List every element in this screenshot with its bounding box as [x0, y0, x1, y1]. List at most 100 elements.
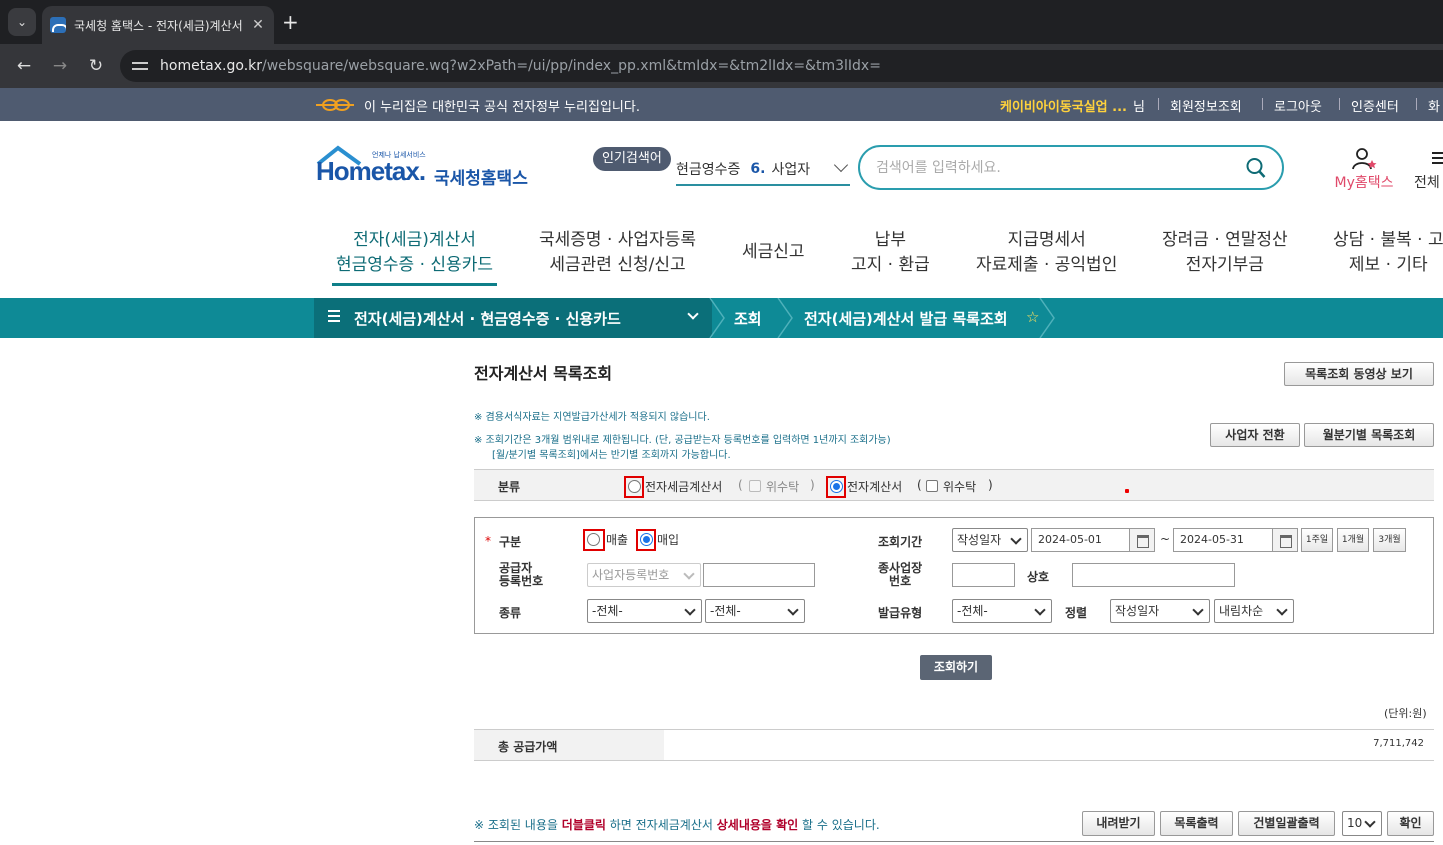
forward-arrow-icon[interactable]: →	[48, 54, 72, 78]
notice-text: [월/분기별 목록조회]에서는 반기별 조회까지 가능합니다.	[492, 450, 731, 461]
new-tab-button[interactable]: +	[282, 10, 299, 34]
breadcrumb: 전자(세금)계산서 · 현금영수증 · 신용카드 조회 전자(세금)계산서 발급…	[0, 298, 1443, 338]
search-button[interactable]: 조회하기	[920, 655, 992, 680]
popular-prev-term: 현금영수증	[676, 162, 741, 178]
supplier-id-input[interactable]	[703, 563, 815, 587]
tab-search-button[interactable]: ⌄	[8, 8, 36, 36]
issue-type-select[interactable]: -전체-	[952, 599, 1052, 623]
date-basis-select[interactable]: 작성일자	[952, 528, 1028, 552]
total-label-cell: 총 공급가액	[474, 730, 664, 760]
classification-row: 분류 전자세금계산서 ( 위수탁 ) 전자계산서 ( 위수탁 )	[474, 469, 1434, 501]
gnb-payment[interactable]: 납부 고지 · 환급	[851, 228, 930, 278]
supplier-label-line2: 등록번호	[499, 574, 544, 588]
breadcrumb-separator-icon	[709, 298, 725, 338]
gnb-tax-filing[interactable]: 세금신고	[742, 240, 805, 265]
gnb-incentive[interactable]: 장려금 · 연말정산 전자기부금	[1162, 228, 1288, 278]
url-path: /websquare/websquare.wq?w2xPath=/ui/pp/i…	[262, 58, 881, 74]
type-label: 구분	[499, 535, 522, 549]
search-form: * 구분 매출 매입 조회기간 작성일자 2024-05-01 ~ 2024-0…	[474, 517, 1434, 634]
member-info-link[interactable]: 회원정보조회	[1170, 96, 1242, 115]
url-field[interactable]: hometax.go.kr/websquare/websquare.wq?w2x…	[120, 50, 1443, 82]
search-input[interactable]	[876, 157, 1226, 179]
hometax-logo[interactable]: 언제나 납세서비스 Hometax. 국세청홈택스	[316, 144, 531, 194]
option-label: 위수탁	[943, 480, 977, 494]
download-button[interactable]: 내려받기	[1082, 811, 1155, 836]
divider	[1339, 98, 1340, 110]
total-supply-label: 총 공급가액	[498, 740, 558, 754]
monthly-list-button[interactable]: 월분기별 목록조회	[1304, 423, 1434, 447]
site-info-icon[interactable]	[132, 59, 150, 73]
date-to-input[interactable]: 2024-05-31	[1173, 528, 1273, 552]
supplier-id-select[interactable]: 사업자등록번호	[587, 563, 701, 587]
page-size-select[interactable]: 10	[1342, 811, 1382, 836]
popular-rank: 6.	[750, 161, 766, 177]
gnb-consulting[interactable]: 상담 · 불복 · 고 제보 · 기타	[1333, 228, 1443, 278]
quick-1month-button[interactable]: 1개월	[1337, 528, 1369, 552]
calendar-icon[interactable]	[1272, 528, 1298, 552]
period-label: 조회기간	[878, 535, 923, 549]
popular-search-badge: 인기검색어	[593, 147, 671, 171]
logout-link[interactable]: 로그아웃	[1274, 96, 1322, 115]
bottom-notice: ※ 조회된 내용을 더블클릭 하면 전자세금계산서 상세내용을 확인 할 수 있…	[474, 816, 880, 833]
radio-sales[interactable]	[587, 533, 600, 546]
confirm-button[interactable]: 확인	[1387, 811, 1434, 836]
switch-business-button[interactable]: 사업자 전환	[1210, 423, 1300, 447]
active-tab[interactable]: 국세청 홈택스 - 전자(세금)계산서 ✕	[42, 6, 274, 44]
branch-number-input[interactable]	[952, 563, 1015, 587]
print-list-button[interactable]: 목록출력	[1160, 811, 1233, 836]
trust-checkbox-1[interactable]	[749, 480, 761, 492]
notice-part: 할 수 있습니다.	[798, 818, 880, 832]
company-input[interactable]	[1072, 563, 1235, 587]
certificate-center-link[interactable]: 인증센터	[1351, 96, 1399, 115]
radio-etax-invoice[interactable]	[628, 480, 641, 493]
gnb-label-line2: 세금관련 신청/신고	[549, 255, 686, 275]
bulk-print-button[interactable]: 건별일괄출력	[1238, 811, 1335, 836]
paren-text: (	[738, 478, 743, 492]
kind-select-2[interactable]: -전체-	[705, 599, 805, 623]
notice-text: ※ 조회기간은 3개월 범위내로 제한됩니다. (단, 공급받는자 등록번호를 …	[474, 435, 891, 446]
gnb-etax-invoice[interactable]: 전자(세금)계산서 현금영수증 · 신용카드	[336, 228, 493, 278]
sort-label: 정렬	[1065, 606, 1088, 620]
calendar-icon[interactable]	[1129, 528, 1155, 552]
my-hometax-button[interactable]: My홈택스	[1328, 146, 1400, 192]
all-menu-button[interactable]: 전체	[1412, 146, 1443, 192]
radio-purchase[interactable]	[640, 533, 653, 546]
quick-1week-button[interactable]: 1주일	[1301, 528, 1333, 552]
date-from-input[interactable]: 2024-05-01	[1031, 528, 1130, 552]
search-icon[interactable]	[1246, 157, 1266, 179]
company-label: 상호	[1027, 570, 1050, 584]
egov-logo-icon	[316, 99, 354, 111]
option-label: 전자계산서	[847, 480, 903, 494]
reload-icon[interactable]: ↻	[84, 54, 108, 78]
notice-emphasis: 상세내용을 확인	[716, 818, 799, 832]
hamburger-icon[interactable]	[328, 310, 340, 322]
breadcrumb-level2[interactable]: 조회	[734, 308, 762, 329]
close-icon[interactable]: ✕	[250, 17, 266, 33]
popular-search-ticker[interactable]: 현금영수증 6. 사업자	[676, 154, 850, 186]
total-supply-row: 총 공급가액 7,711,742	[474, 729, 1434, 761]
gnb-certificates[interactable]: 국세증명 · 사업자등록 세금관련 신청/신고	[539, 228, 696, 278]
page-title: 전자계산서 목록조회	[474, 364, 613, 383]
browser-address-bar: ← → ↻ hometax.go.kr/websquare/websquare.…	[0, 44, 1443, 88]
sort-select[interactable]: 작성일자	[1110, 599, 1210, 623]
logo-wordmark: Hometax.	[316, 156, 426, 186]
notice-part: ※ 조회된 내용을	[474, 818, 562, 832]
back-arrow-icon[interactable]: ←	[12, 54, 36, 78]
video-guide-button[interactable]: 목록조회 동영상 보기	[1284, 362, 1434, 386]
gnb-label-line2: 고지 · 환급	[851, 255, 930, 275]
gnb-payment-statement[interactable]: 지급명세서 자료제출 · 공익법인	[976, 228, 1117, 278]
quick-3month-button[interactable]: 3개월	[1373, 528, 1406, 552]
total-supply-value: 7,711,742	[1373, 738, 1424, 749]
order-select[interactable]: 내림차순	[1214, 599, 1294, 623]
chevron-down-icon[interactable]	[833, 157, 849, 173]
user-suffix: 님	[1133, 100, 1145, 115]
trust-checkbox-2[interactable]	[926, 480, 938, 492]
extra-link[interactable]: 화	[1428, 96, 1440, 115]
breadcrumb-level1[interactable]: 전자(세금)계산서 · 현금영수증 · 신용카드	[354, 308, 621, 329]
radio-e-invoice[interactable]	[830, 480, 843, 493]
divider	[1416, 98, 1417, 110]
chevron-down-icon: ⌄	[16, 15, 28, 29]
breadcrumb-separator-icon	[1039, 298, 1055, 338]
kind-select-1[interactable]: -전체-	[587, 599, 702, 623]
gnb-active-underline	[332, 283, 497, 286]
